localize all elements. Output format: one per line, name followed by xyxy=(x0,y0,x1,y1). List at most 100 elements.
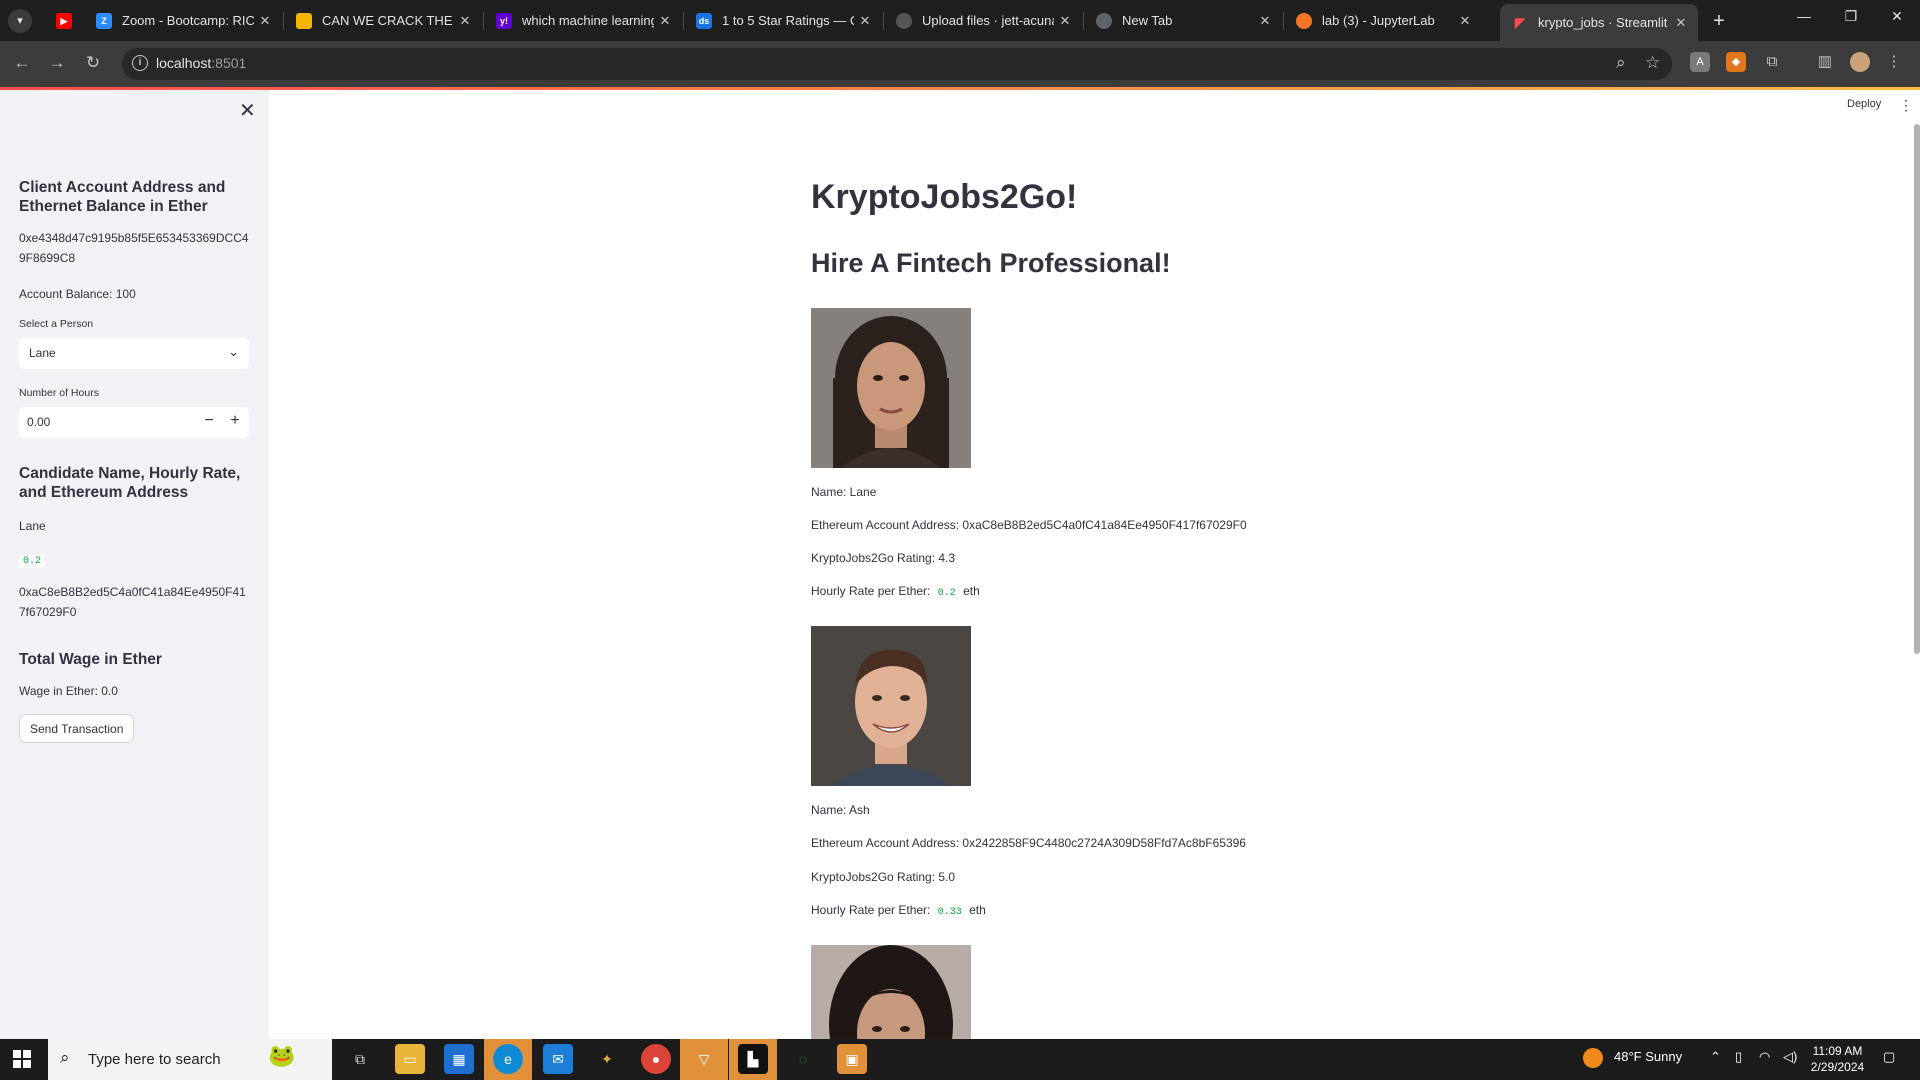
hours-number-input[interactable]: 0.00 − + xyxy=(19,407,249,438)
streamlit-sidebar: ✕ Client Account Address and Ethernet Ba… xyxy=(0,90,269,1039)
file-explorer-icon[interactable]: ▭ xyxy=(395,1044,425,1074)
send-transaction-button[interactable]: Send Transaction xyxy=(19,714,135,743)
rate-code: 0.33 xyxy=(933,906,966,919)
close-window-icon[interactable]: ✕ xyxy=(1882,8,1912,25)
edge-browser-icon[interactable]: e xyxy=(493,1044,523,1074)
yahoo-icon: y! xyxy=(496,12,512,29)
close-tab-icon[interactable]: ✕ xyxy=(1054,13,1076,29)
weather-text[interactable]: 48°F Sunny xyxy=(1614,1049,1682,1064)
pinwheel-app-icon[interactable]: ✦ xyxy=(592,1044,622,1074)
metamask-fox-icon[interactable]: ◆ xyxy=(1726,52,1746,72)
address-bar[interactable]: i localhost:8501 ⌕ ☆ xyxy=(122,48,1672,80)
tab-title: CAN WE CRACK THE CO xyxy=(322,13,454,28)
clock-time: 11:09 AM xyxy=(1812,1044,1863,1058)
tab-title: Upload files · jett-acuna/ xyxy=(922,13,1054,28)
side-panel-icon[interactable]: ▥ xyxy=(1815,52,1835,72)
clock-date: 2/29/2024 xyxy=(1810,1060,1865,1074)
wifi-icon[interactable]: ◠ xyxy=(1759,1049,1770,1065)
wage-header: Total Wage in Ether xyxy=(19,651,162,668)
back-arrow-icon[interactable]: ← xyxy=(11,53,33,73)
taskbar-search-box[interactable]: ⌕ Type here to search 🐸 xyxy=(48,1039,332,1080)
tab-yahoo[interactable]: y! which machine learning ✕ xyxy=(484,6,682,35)
tab-zoom[interactable]: Z Zoom - Bootcamp: RICE ✕ xyxy=(84,6,282,35)
chrome-icon[interactable]: ● xyxy=(641,1044,671,1074)
windows-start-icon[interactable] xyxy=(13,1050,31,1068)
tab-search-chevron-icon[interactable]: ▾ xyxy=(8,9,32,33)
select-person-dropdown[interactable]: Lane ⌄ xyxy=(19,338,249,369)
tab-streamlit-active[interactable]: ◤ krypto_jobs · Streamlit ✕ xyxy=(1500,4,1698,41)
minimize-icon[interactable]: — xyxy=(1789,8,1819,24)
docs-icon: ds xyxy=(696,12,712,29)
microsoft-store-icon[interactable]: ▦ xyxy=(444,1044,474,1074)
package-app-icon[interactable]: ▣ xyxy=(837,1044,867,1074)
wage-text: Wage in Ether: 0.0 xyxy=(19,684,118,698)
chevron-down-icon: ⌄ xyxy=(228,344,239,359)
weather-sun-icon[interactable] xyxy=(1583,1048,1603,1068)
task-view-icon[interactable]: ⧉ xyxy=(345,1044,375,1074)
extensions-puzzle-icon[interactable]: ⧉ xyxy=(1762,52,1782,72)
reload-icon[interactable]: ↻ xyxy=(82,53,104,73)
speaker-icon[interactable]: ◁) xyxy=(1783,1049,1797,1065)
candidate-rate-code: 0.2 xyxy=(19,555,46,568)
tab-title: 1 to 5 Star Ratings — Cl xyxy=(722,13,854,28)
close-tab-icon[interactable]: ✕ xyxy=(1670,15,1692,31)
close-tab-icon[interactable]: ✕ xyxy=(254,13,276,29)
rate-code: 0.2 xyxy=(933,587,960,600)
close-sidebar-icon[interactable]: ✕ xyxy=(239,98,256,123)
tab-slides[interactable]: CAN WE CRACK THE CO ✕ xyxy=(284,6,482,35)
tray-chevron-up-icon[interactable]: ⌃ xyxy=(1710,1049,1721,1065)
site-info-icon[interactable]: i xyxy=(132,55,148,71)
browser-menu-kebab-icon[interactable]: ⋮ xyxy=(1884,52,1904,72)
extension-icon[interactable]: A xyxy=(1690,52,1710,72)
browser-toolbar: ← → ↻ i localhost:8501 ⌕ ☆ A ◆ ⧉ ▥ ⋮ xyxy=(0,41,1920,87)
frog-illustration-icon: 🐸 xyxy=(268,1043,296,1068)
search-icon: ⌕ xyxy=(60,1048,70,1067)
tab-title: krypto_jobs · Streamlit xyxy=(1538,15,1668,30)
main-menu-kebab-icon[interactable]: ⋮ xyxy=(1899,97,1913,114)
page-scrollbar[interactable] xyxy=(1914,124,1920,654)
bookmark-star-icon[interactable]: ☆ xyxy=(1645,53,1660,73)
candidate-hourly-rate: Hourly Rate per Ether: 0.33 eth xyxy=(811,903,1371,919)
tab-youtube[interactable]: ▶ xyxy=(44,6,84,35)
select-person-value: Lane xyxy=(29,346,56,360)
browser-tab-bar: ▾ ▶ Z Zoom - Bootcamp: RICE ✕ CAN WE CRA… xyxy=(0,0,1920,41)
tab-title: which machine learning xyxy=(522,13,654,28)
zoom-icon: Z xyxy=(96,12,112,29)
close-tab-icon[interactable]: ✕ xyxy=(454,13,476,29)
candidate-photo-lane xyxy=(811,308,971,468)
candidate-address: Ethereum Account Address: 0x2422858F9C44… xyxy=(811,836,1246,850)
jupyter-icon xyxy=(1296,12,1312,29)
deploy-button[interactable]: Deploy xyxy=(1847,98,1881,110)
zoom-magnifier-icon[interactable]: ⌕ xyxy=(1616,53,1626,73)
new-tab-plus-icon[interactable]: + xyxy=(1706,8,1732,34)
globe-icon xyxy=(1096,12,1112,29)
hours-label: Number of Hours xyxy=(19,387,99,399)
decrement-button[interactable]: − xyxy=(197,412,221,430)
tab-github[interactable]: Upload files · jett-acuna/ ✕ xyxy=(884,6,1082,35)
candidate-rating: KryptoJobs2Go Rating: 4.3 xyxy=(811,551,956,565)
close-tab-icon[interactable]: ✕ xyxy=(854,13,876,29)
account-balance: Account Balance: 100 xyxy=(19,287,136,301)
close-tab-icon[interactable]: ✕ xyxy=(1454,13,1476,29)
increment-button[interactable]: + xyxy=(223,412,247,430)
candidate-header: Candidate Name, Hourly Rate, and Ethereu… xyxy=(19,465,241,501)
slides-icon xyxy=(296,12,312,29)
mail-icon[interactable]: ✉ xyxy=(543,1044,573,1074)
tab-new-tab[interactable]: New Tab ✕ xyxy=(1084,6,1282,35)
taskbar-clock[interactable]: 11:09 AM 2/29/2024 xyxy=(1800,1043,1875,1075)
hours-value: 0.00 xyxy=(27,415,51,429)
profile-avatar-icon[interactable] xyxy=(1850,52,1870,72)
terminal-app-icon[interactable]: ▙ xyxy=(738,1044,768,1074)
vpn-app-icon[interactable]: ▽ xyxy=(689,1044,719,1074)
forward-arrow-icon[interactable]: → xyxy=(46,53,68,73)
select-person-label: Select a Person xyxy=(19,318,94,330)
spinner-app-icon[interactable]: ◌ xyxy=(788,1044,818,1074)
tab-jupyterlab[interactable]: lab (3) - JupyterLab ✕ xyxy=(1284,6,1482,35)
close-tab-icon[interactable]: ✕ xyxy=(1254,13,1276,29)
tab-ratings[interactable]: ds 1 to 5 Star Ratings — Cl ✕ xyxy=(684,6,882,35)
close-tab-icon[interactable]: ✕ xyxy=(654,13,676,29)
restore-icon[interactable]: ❐ xyxy=(1836,8,1866,25)
notification-icon[interactable]: ▢ xyxy=(1883,1049,1895,1065)
battery-icon[interactable]: ▯ xyxy=(1735,1049,1742,1065)
candidate-address: 0xaC8eB8B2ed5C4a0fC41a84Ee4950F417f67029… xyxy=(19,585,246,619)
